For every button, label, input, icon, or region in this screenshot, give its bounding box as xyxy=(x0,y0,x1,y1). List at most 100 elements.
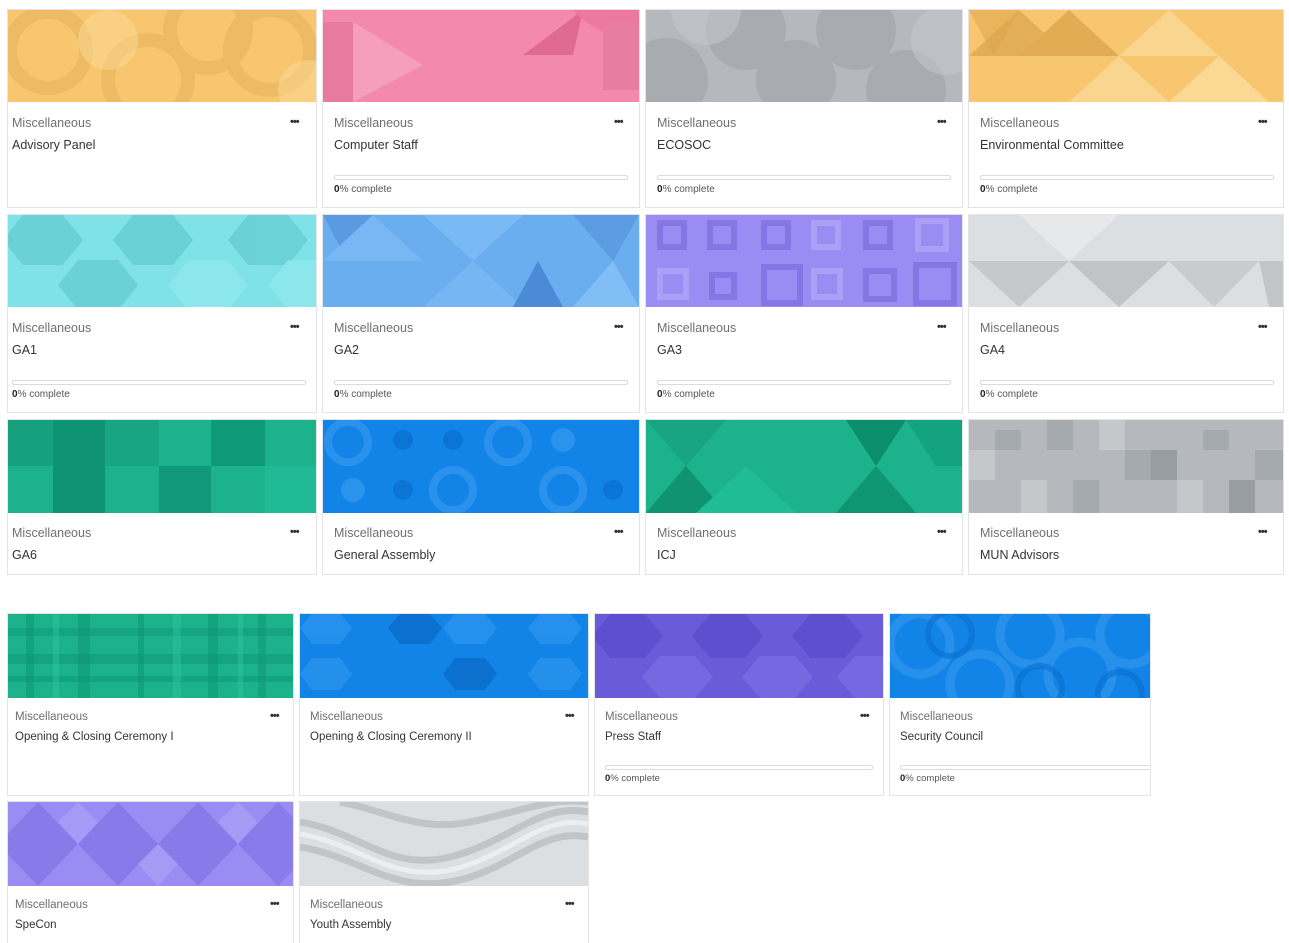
progress-label: 0% complete xyxy=(12,389,70,400)
more-menu-icon[interactable]: ••• xyxy=(614,322,624,333)
course-card[interactable]: Miscellaneous ••• ECOSOC 0% complete xyxy=(646,10,962,207)
progress-bar xyxy=(605,765,873,770)
more-menu-icon[interactable]: ••• xyxy=(614,527,624,538)
course-category: Miscellaneous xyxy=(657,321,737,335)
course-title[interactable]: Environmental Committee xyxy=(980,138,1124,152)
course-category: Miscellaneous xyxy=(310,711,383,723)
course-banner-violet-diamonds[interactable] xyxy=(8,802,293,886)
course-title[interactable]: GA2 xyxy=(334,343,359,357)
progress-bar xyxy=(980,380,1274,385)
progress-suffix: % complete xyxy=(610,773,660,784)
course-category: Miscellaneous xyxy=(310,899,383,911)
course-title[interactable]: GA4 xyxy=(980,343,1005,357)
course-title[interactable]: Opening & Closing Ceremony I xyxy=(15,731,174,743)
progress-bar xyxy=(900,765,1150,770)
course-banner-blue-octagons[interactable] xyxy=(300,614,588,698)
course-title[interactable]: ICJ xyxy=(657,548,676,562)
progress-suffix: % complete xyxy=(662,184,715,195)
course-banner-violet-squares[interactable] xyxy=(646,215,962,307)
course-title[interactable]: SpeCon xyxy=(15,919,57,931)
more-menu-icon[interactable]: ••• xyxy=(565,711,575,722)
course-card[interactable]: Miscellaneous ••• Computer Staff 0% comp… xyxy=(323,10,639,207)
more-menu-icon[interactable]: ••• xyxy=(937,527,947,538)
more-menu-icon[interactable]: ••• xyxy=(1258,527,1268,538)
course-card[interactable]: Miscellaneous ••• Environmental Committe… xyxy=(969,10,1283,207)
course-title[interactable]: Security Council xyxy=(900,731,983,743)
progress-suffix: % complete xyxy=(985,184,1038,195)
progress-suffix: % complete xyxy=(339,389,392,400)
course-banner-blue-triangles[interactable] xyxy=(323,215,639,307)
more-menu-icon[interactable]: ••• xyxy=(860,711,870,722)
course-banner-green-plaid[interactable] xyxy=(8,614,293,698)
course-title[interactable]: General Assembly xyxy=(334,548,435,562)
more-menu-icon[interactable]: ••• xyxy=(937,117,947,128)
progress-bar xyxy=(12,380,306,385)
course-category: Miscellaneous xyxy=(12,116,92,130)
course-card[interactable]: Miscellaneous ••• Youth Assembly xyxy=(300,802,588,943)
course-card[interactable]: Miscellaneous ••• Opening & Closing Cere… xyxy=(8,614,293,795)
more-menu-icon[interactable]: ••• xyxy=(614,117,624,128)
course-card[interactable]: Miscellaneous ••• ICJ xyxy=(646,420,962,574)
progress-bar xyxy=(657,380,951,385)
course-card[interactable]: Miscellaneous ••• GA6 xyxy=(8,420,316,574)
course-card[interactable]: Miscellaneous ••• Press Staff 0% complet… xyxy=(595,614,883,795)
course-title[interactable]: Computer Staff xyxy=(334,138,418,152)
progress-suffix: % complete xyxy=(17,389,70,400)
progress-bar xyxy=(657,175,951,180)
more-menu-icon[interactable]: ••• xyxy=(565,899,575,910)
course-card[interactable]: Miscellaneous ••• Opening & Closing Cere… xyxy=(300,614,588,795)
more-menu-icon[interactable]: ••• xyxy=(937,322,947,333)
course-banner-cyan-hexagons[interactable] xyxy=(8,215,316,307)
more-menu-icon[interactable]: ••• xyxy=(290,322,300,333)
course-category: Miscellaneous xyxy=(605,711,678,723)
course-banner-gray-waves[interactable] xyxy=(300,802,588,886)
course-category: Miscellaneous xyxy=(980,116,1060,130)
course-title[interactable]: GA3 xyxy=(657,343,682,357)
course-banner-pink-polygons[interactable] xyxy=(323,10,639,102)
course-banner-purple-hexagons[interactable] xyxy=(595,614,883,698)
course-title[interactable]: GA1 xyxy=(12,343,37,357)
course-banner-blue-circles[interactable] xyxy=(323,420,639,513)
course-banner-gray-mosaic[interactable] xyxy=(969,420,1283,513)
course-card[interactable]: Miscellaneous ••• GA2 0% complete xyxy=(323,215,639,412)
course-title[interactable]: Opening & Closing Ceremony II xyxy=(310,731,472,743)
course-title[interactable]: GA6 xyxy=(12,548,37,562)
more-menu-icon[interactable]: ••• xyxy=(1258,322,1268,333)
course-category: Miscellaneous xyxy=(15,899,88,911)
course-category: Miscellaneous xyxy=(12,321,92,335)
more-menu-icon[interactable]: ••• xyxy=(270,711,280,722)
progress-suffix: % complete xyxy=(339,184,392,195)
course-category: Miscellaneous xyxy=(15,711,88,723)
more-menu-icon[interactable]: ••• xyxy=(290,527,300,538)
course-card[interactable]: Miscellaneous ••• General Assembly xyxy=(323,420,639,574)
course-card[interactable]: Miscellaneous ••• SpeCon xyxy=(8,802,293,943)
progress-label: 0% complete xyxy=(657,184,715,195)
progress-label: 0% complete xyxy=(980,389,1038,400)
course-banner-blue-rings[interactable] xyxy=(890,614,1150,698)
course-banner-lightgray-triangles[interactable] xyxy=(969,215,1283,307)
more-menu-icon[interactable]: ••• xyxy=(1258,117,1268,128)
course-banner-orange-circles[interactable] xyxy=(8,10,316,102)
course-banner-orange-triangles[interactable] xyxy=(969,10,1283,102)
course-title[interactable]: MUN Advisors xyxy=(980,548,1059,562)
course-card[interactable]: Miscellaneous Security Council 0% comple… xyxy=(890,614,1150,795)
more-menu-icon[interactable]: ••• xyxy=(270,899,280,910)
course-card[interactable]: Miscellaneous ••• GA3 0% complete xyxy=(646,215,962,412)
course-card[interactable]: Miscellaneous ••• GA1 0% complete xyxy=(8,215,316,412)
course-category: Miscellaneous xyxy=(334,116,414,130)
course-title[interactable]: ECOSOC xyxy=(657,138,711,152)
course-title[interactable]: Advisory Panel xyxy=(12,138,95,152)
progress-label: 0% complete xyxy=(605,773,660,784)
progress-suffix: % complete xyxy=(905,773,955,784)
progress-suffix: % complete xyxy=(662,389,715,400)
course-card[interactable]: Miscellaneous ••• Advisory Panel xyxy=(8,10,316,207)
course-title[interactable]: Youth Assembly xyxy=(310,919,391,931)
course-card[interactable]: Miscellaneous ••• MUN Advisors xyxy=(969,420,1283,574)
more-menu-icon[interactable]: ••• xyxy=(290,117,300,128)
course-banner-green-triangles[interactable] xyxy=(646,420,962,513)
course-title[interactable]: Press Staff xyxy=(605,731,661,743)
course-banner-gray-circles[interactable] xyxy=(646,10,962,102)
course-banner-green-squares[interactable] xyxy=(8,420,316,513)
progress-label: 0% complete xyxy=(657,389,715,400)
course-card[interactable]: Miscellaneous ••• GA4 0% complete xyxy=(969,215,1283,412)
